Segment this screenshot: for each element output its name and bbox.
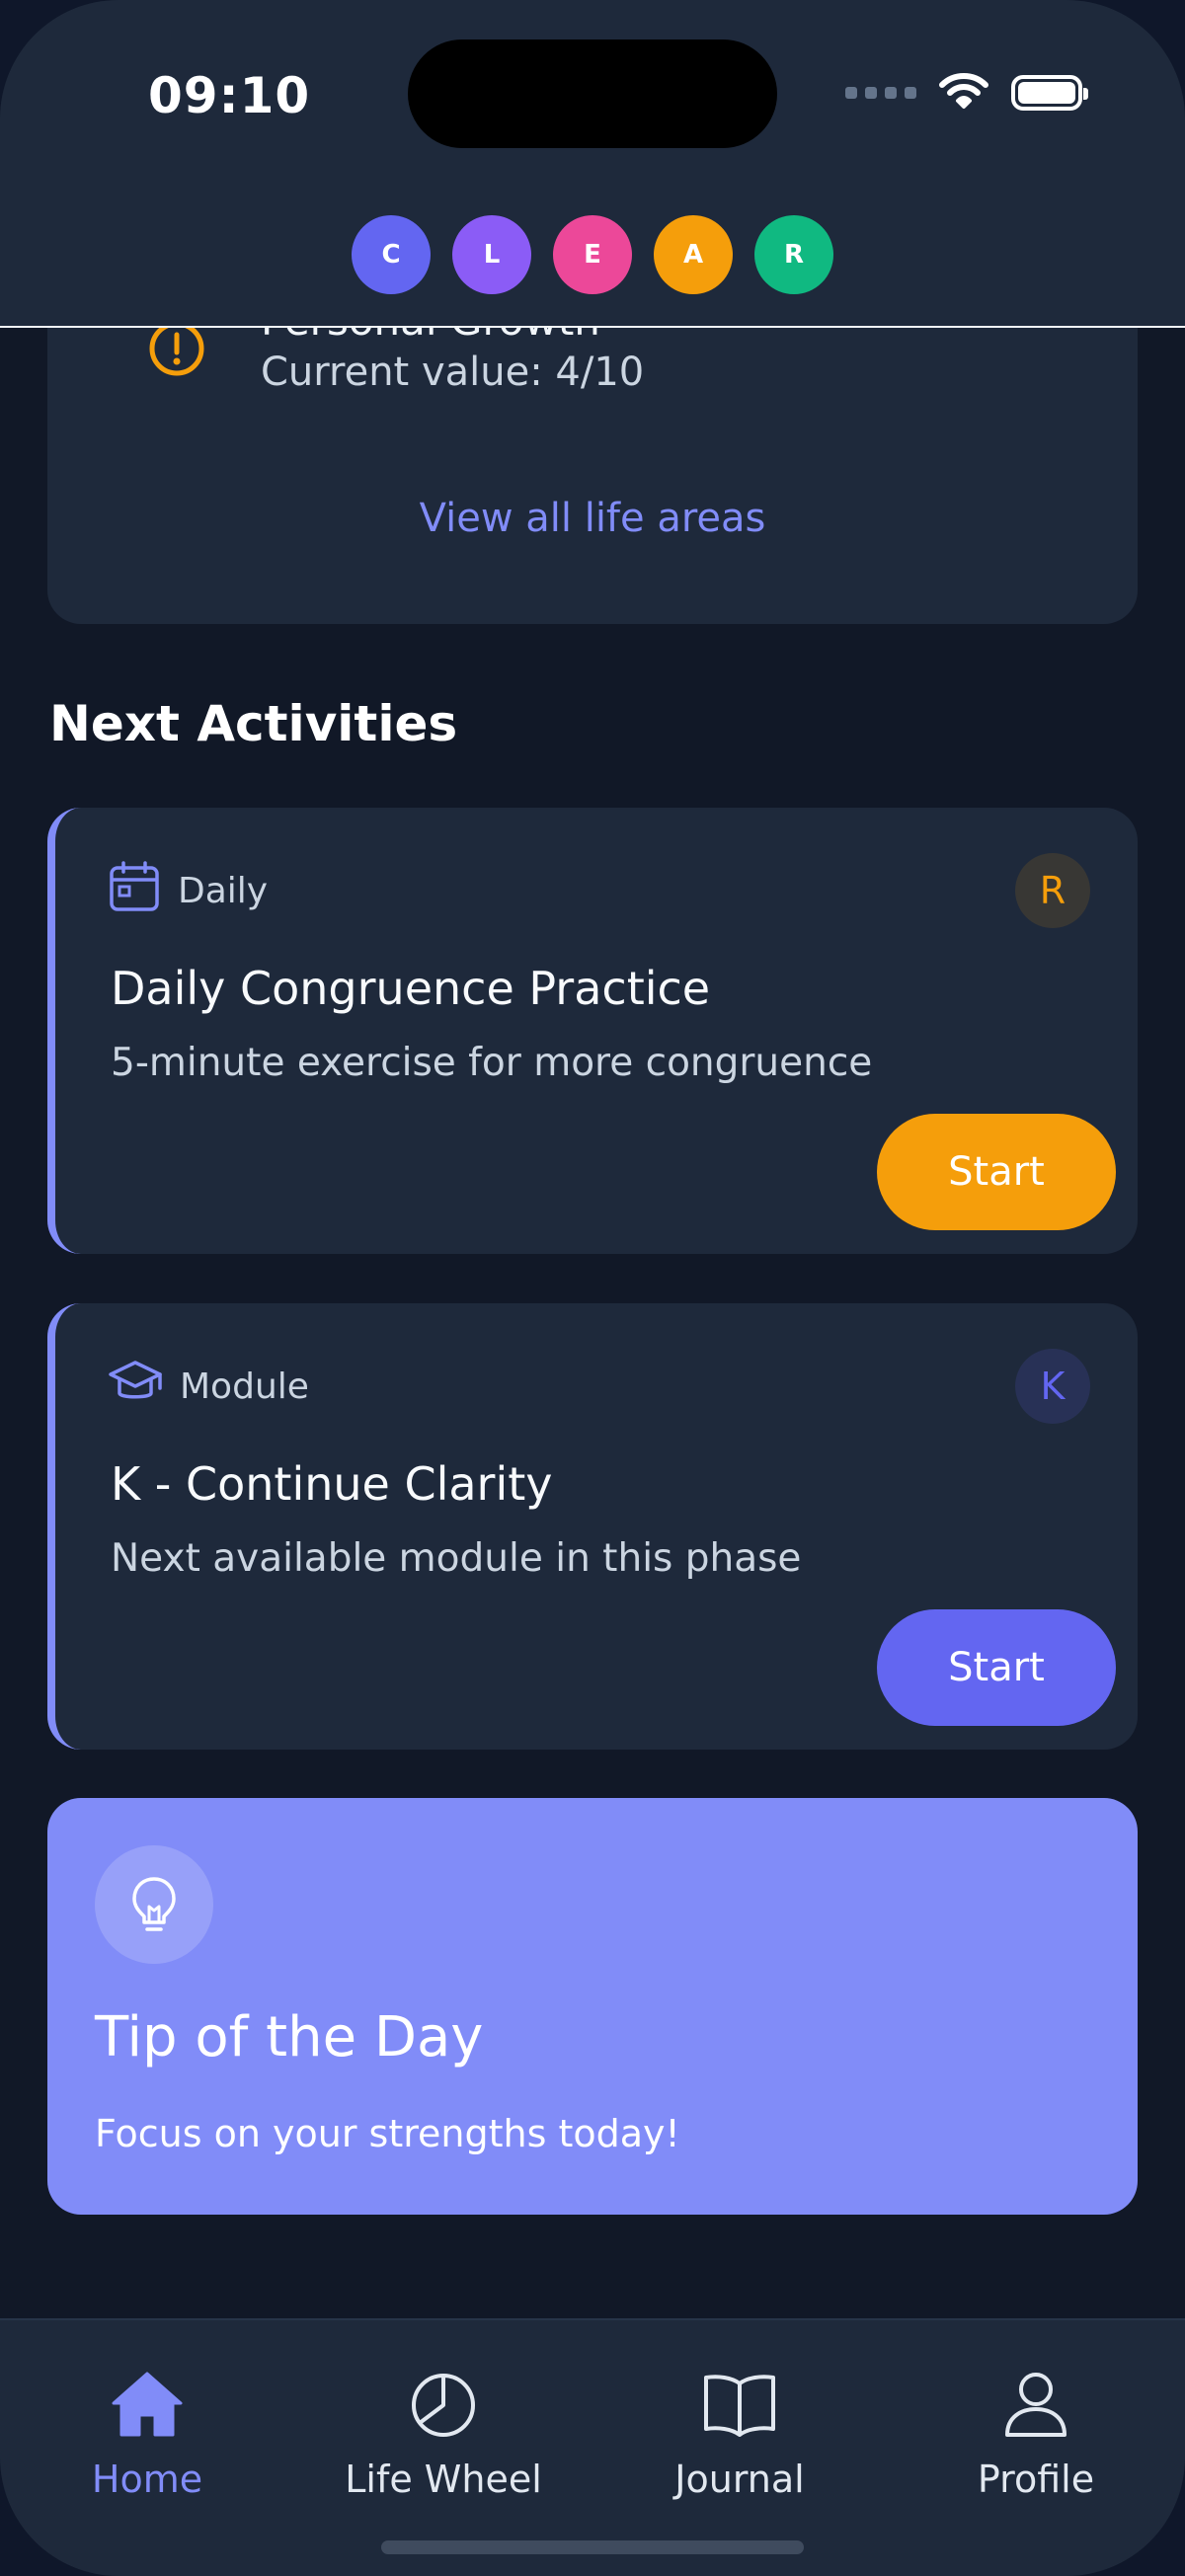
activity-description: Next available module in this phase: [111, 1536, 802, 1581]
nav-label: Home: [91, 2458, 203, 2501]
bottom-navigation: Home Life Wheel Journal Profile: [0, 2318, 1185, 2576]
wifi-icon: [938, 71, 989, 115]
tip-text: Focus on your strengths today!: [95, 2112, 680, 2155]
phone-screen: Current value: 4/10 View all life areas …: [0, 0, 1185, 2576]
phase-a-indicator[interactable]: A: [654, 215, 733, 294]
phase-r-indicator[interactable]: R: [754, 215, 833, 294]
user-icon: [1001, 2370, 1070, 2448]
phase-e-indicator[interactable]: E: [553, 215, 632, 294]
activity-type-label: Daily: [178, 871, 269, 911]
start-button[interactable]: Start: [877, 1114, 1116, 1230]
signal-icon: [845, 87, 916, 99]
activity-card-module[interactable]: Module K K - Continue Clarity Next avail…: [47, 1303, 1138, 1750]
status-time: 09:10: [148, 67, 311, 124]
nav-journal[interactable]: Journal: [621, 2370, 858, 2501]
warning-icon: [148, 320, 205, 381]
dynamic-island: [408, 39, 777, 148]
nav-label: Profile: [977, 2458, 1095, 2501]
tip-title: Tip of the Day: [95, 2005, 484, 2069]
view-all-life-areas-link[interactable]: View all life areas: [47, 496, 1138, 541]
nav-label: Life Wheel: [345, 2458, 542, 2501]
activity-title: K - Continue Clarity: [111, 1457, 553, 1511]
pie-chart-icon: [408, 2370, 479, 2448]
phase-badge: K: [1015, 1349, 1090, 1424]
life-area-current-value: Current value: 4/10: [261, 350, 645, 395]
tip-of-the-day-card: Tip of the Day Focus on your strengths t…: [47, 1798, 1138, 2215]
calendar-icon: [107, 859, 162, 923]
top-header: 09:10 C L E A R: [0, 0, 1185, 328]
activity-description: 5-minute exercise for more congruence: [111, 1041, 873, 1085]
home-indicator[interactable]: [381, 2540, 804, 2554]
next-activities-heading: Next Activities: [49, 695, 458, 752]
lightbulb-icon: [95, 1845, 213, 1964]
nav-life-wheel[interactable]: Life Wheel: [325, 2370, 562, 2501]
nav-label: Journal: [674, 2458, 805, 2501]
phase-c-indicator[interactable]: C: [352, 215, 431, 294]
scroll-content[interactable]: Current value: 4/10 View all life areas …: [0, 0, 1185, 2576]
start-button[interactable]: Start: [877, 1609, 1116, 1726]
graduation-cap-icon: [107, 1355, 164, 1419]
home-icon: [110, 2370, 185, 2448]
nav-home[interactable]: Home: [29, 2370, 266, 2501]
battery-icon: [1011, 75, 1088, 111]
phase-l-indicator[interactable]: L: [452, 215, 531, 294]
book-icon: [702, 2370, 777, 2448]
clear-phase-indicators: C L E A R: [0, 215, 1185, 294]
phase-badge: R: [1015, 853, 1090, 928]
activity-type-label: Module: [180, 1366, 309, 1407]
activity-card-daily[interactable]: Daily R Daily Congruence Practice 5-minu…: [47, 808, 1138, 1254]
activity-title: Daily Congruence Practice: [111, 962, 711, 1015]
nav-profile[interactable]: Profile: [917, 2370, 1154, 2501]
